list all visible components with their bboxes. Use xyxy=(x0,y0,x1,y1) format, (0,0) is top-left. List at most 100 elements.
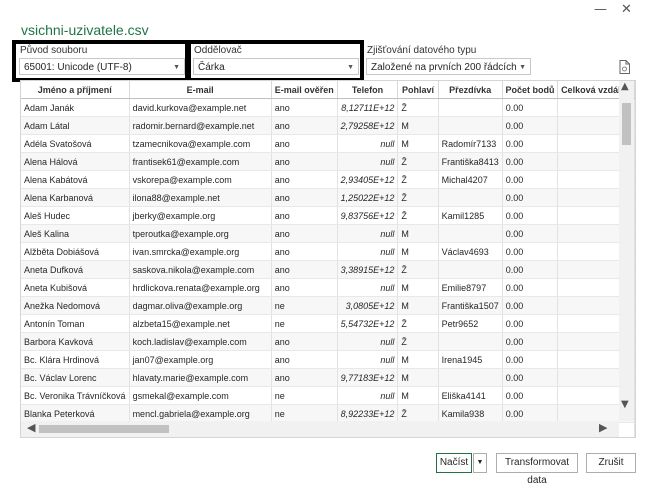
table-row: Alena Hálová frantisek61@example.com ano nu… xyxy=(21,152,635,171)
table-cell: Kamil1285 xyxy=(438,206,503,225)
column-header[interactable]: Jméno a příjmení xyxy=(21,81,130,99)
table-row: Bc. Klára Hrdinová jan07@example.org ano nu… xyxy=(21,350,635,369)
table-cell: 0.00 xyxy=(502,170,559,189)
table-cell: Alena Karbanová xyxy=(21,188,130,207)
table-cell: Adam Janák xyxy=(21,98,130,117)
table-cell: M xyxy=(397,386,439,405)
column-header[interactable]: Telefon xyxy=(337,81,399,99)
table-cell: ne xyxy=(271,404,338,423)
horizontal-scrollbar[interactable]: ◀ ▶ xyxy=(21,421,619,437)
table-cell: ano xyxy=(271,242,338,261)
table-cell: Bc. Václav Lorenc xyxy=(21,368,130,387)
table-row: Bc. Veronika Trávníčková gsmekal@example.… xyxy=(21,386,635,405)
table-row: Aleš Kalina tperoutka@example.org ano null M… xyxy=(21,224,635,243)
close-button[interactable]: ✕ xyxy=(621,2,632,17)
table-row: Alena Karbanová ilona88@example.net ano 1,2… xyxy=(21,188,635,207)
table-row: Alena Kabátová vskorepa@example.com ano 2,9… xyxy=(21,170,635,189)
detect-label: Zjišťování datového typu xyxy=(367,45,477,56)
table-cell: null xyxy=(337,278,399,297)
vertical-scrollbar[interactable]: ▲ ▼ xyxy=(619,81,634,421)
scroll-left-icon[interactable]: ◀ xyxy=(27,421,35,434)
table-cell: 1,25022E+12 xyxy=(337,188,399,207)
table-cell: 0.00 xyxy=(502,296,559,315)
scroll-up-icon[interactable]: ▲ xyxy=(621,81,629,92)
vertical-scroll-thumb[interactable] xyxy=(622,103,631,145)
table-cell: null xyxy=(337,152,399,171)
load-button[interactable]: Načíst xyxy=(436,453,472,473)
table-cell: 5,54732E+12 xyxy=(337,314,399,333)
refresh-document-icon[interactable] xyxy=(619,60,630,74)
table-cell: ilona88@example.net xyxy=(129,188,272,207)
table-cell: Alena Hálová xyxy=(21,152,130,171)
column-header[interactable]: Pohlaví xyxy=(397,81,439,99)
scroll-right-icon[interactable]: ▶ xyxy=(599,421,607,434)
table-cell: frantisek61@example.com xyxy=(129,152,272,171)
load-dropdown-button[interactable]: ▼ xyxy=(473,453,487,473)
table-cell: 0.00 xyxy=(502,386,559,405)
column-header[interactable]: Přezdívka xyxy=(438,81,503,99)
table-cell: 0.00 xyxy=(502,152,559,171)
table-cell: Irena1945 xyxy=(438,350,503,369)
data-preview-grid[interactable]: Jméno a příjmení E-mail E-mail ověřen Telef… xyxy=(20,80,636,438)
table-cell: Radomír7133 xyxy=(438,134,503,153)
table-cell: Václav4693 xyxy=(438,242,503,261)
table-cell: M xyxy=(397,116,439,135)
table-cell: ne xyxy=(271,296,338,315)
column-header[interactable]: E-mail xyxy=(129,81,272,99)
table-cell: M xyxy=(397,224,439,243)
table-cell: null xyxy=(337,332,399,351)
table-cell: koch.ladislav@example.com xyxy=(129,332,272,351)
table-cell: ano xyxy=(271,152,338,171)
table-cell: ano xyxy=(271,188,338,207)
table-cell: Emilie8797 xyxy=(438,278,503,297)
table-cell: jan07@example.org xyxy=(129,350,272,369)
table-cell: 0.00 xyxy=(502,98,559,117)
horizontal-scroll-thumb[interactable] xyxy=(39,425,169,433)
table-row: Aleš Hudec jberky@example.org ano 9,83756E+… xyxy=(21,206,635,225)
table-cell: 9,83756E+12 xyxy=(337,206,399,225)
table-cell: 8,12711E+12 xyxy=(337,98,399,117)
table-cell: 0.00 xyxy=(502,206,559,225)
table-cell: null xyxy=(337,134,399,153)
table-cell: ano xyxy=(271,278,338,297)
table-cell: Ž xyxy=(397,260,439,279)
table-cell: ne xyxy=(271,314,338,333)
table-cell: Eliška4141 xyxy=(438,386,503,405)
table-cell: david.kurkova@example.net xyxy=(129,98,272,117)
table-body: Adam Janák david.kurkova@example.net ano 8,… xyxy=(21,98,635,437)
table-cell: 0.00 xyxy=(502,260,559,279)
table-row: Antonín Toman alzbeta15@example.net ne 5,54… xyxy=(21,314,635,333)
table-cell: dagmar.oliva@example.org xyxy=(129,296,272,315)
detect-select[interactable]: Založené na prvních 200 řádcích ▼ xyxy=(366,58,531,75)
scroll-down-icon[interactable]: ▼ xyxy=(621,399,629,410)
table-cell: Adam Látal xyxy=(21,116,130,135)
table-cell xyxy=(438,368,503,387)
table-cell: Aleš Hudec xyxy=(21,206,130,225)
table-cell: Aneta Kubišová xyxy=(21,278,130,297)
table-cell: saskova.nikola@example.com xyxy=(129,260,272,279)
column-header[interactable]: Počet bodů xyxy=(502,81,559,99)
table-cell: tperoutka@example.org xyxy=(129,224,272,243)
cancel-button[interactable]: Zrušit xyxy=(586,453,636,473)
table-cell: alzbeta15@example.net xyxy=(129,314,272,333)
table-cell: ano xyxy=(271,368,338,387)
table-cell xyxy=(438,188,503,207)
table-cell xyxy=(438,116,503,135)
table-cell: M xyxy=(397,368,439,387)
table-cell: gsmekal@example.com xyxy=(129,386,272,405)
table-cell: 0.00 xyxy=(502,332,559,351)
dialog-title: vsichni-uzivatele.csv xyxy=(21,22,149,38)
table-cell: hrdlickova.renata@example.org xyxy=(129,278,272,297)
column-header[interactable]: E-mail ověřen xyxy=(271,81,338,99)
table-cell: 2,79258E+12 xyxy=(337,116,399,135)
table-cell: ivan.smrcka@example.org xyxy=(129,242,272,261)
table-cell: M xyxy=(397,134,439,153)
table-cell: Ž xyxy=(397,98,439,117)
table-cell: Kamila938 xyxy=(438,404,503,423)
table-cell: null xyxy=(337,386,399,405)
table-cell: Barbora Kavková xyxy=(21,332,130,351)
transform-data-button[interactable]: Transformovat data xyxy=(496,453,578,486)
table-cell: null xyxy=(337,242,399,261)
table-cell: Františka1507 xyxy=(438,296,503,315)
minimize-button[interactable]: — xyxy=(594,2,607,17)
